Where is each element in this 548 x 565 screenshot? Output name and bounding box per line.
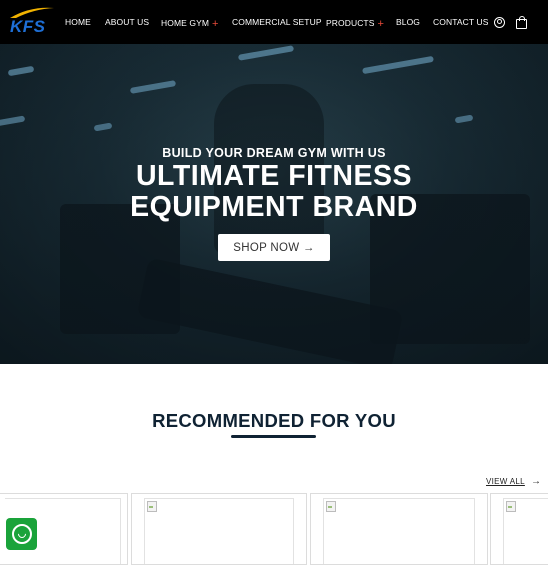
nav-products[interactable]: PRODUCTS +: [326, 17, 385, 30]
shop-now-button[interactable]: SHOP NOW →: [218, 234, 330, 261]
plus-icon: +: [377, 18, 385, 30]
title-underline: [231, 435, 316, 438]
phone-icon: [15, 528, 28, 540]
recommended-title: RECOMMENDED FOR YOU: [152, 410, 396, 431]
nav-home-gym[interactable]: HOME GYM +: [161, 17, 219, 30]
product-card[interactable]: [490, 493, 548, 565]
nav-blog[interactable]: BLOG: [396, 17, 420, 27]
nav-home[interactable]: HOME: [65, 17, 91, 27]
nav-home-gym-label: HOME GYM: [161, 18, 210, 28]
product-image-frame: [144, 498, 294, 564]
nav-about-us[interactable]: ABOUT US: [105, 17, 149, 27]
logo-text: KFS: [10, 17, 46, 36]
broken-image-icon: [506, 501, 516, 512]
product-image-frame: [503, 498, 548, 564]
product-card[interactable]: [310, 493, 488, 565]
top-navbar: KFS HOME ABOUT US HOME GYM + COMMERCIAL S…: [0, 0, 548, 44]
hero-title-line-1: ULTIMATE FITNESS: [135, 160, 413, 192]
kfs-logo[interactable]: KFS: [8, 6, 56, 38]
broken-image-icon: [326, 501, 336, 512]
nav-contact-us[interactable]: CONTACT US: [433, 17, 488, 27]
view-all-link[interactable]: VIEW ALL: [486, 477, 525, 486]
arrow-right-icon[interactable]: →: [531, 476, 541, 487]
hero-banner: BUILD YOUR DREAM GYM WITH US ULTIMATE FI…: [0, 44, 548, 364]
hero-title-line-2: EQUIPMENT BRAND: [130, 191, 418, 223]
product-image-frame: [323, 498, 475, 564]
nav-commercial-setup[interactable]: COMMERCIAL SETUP: [232, 17, 322, 27]
shopping-bag-icon[interactable]: [516, 16, 527, 29]
plus-icon: +: [212, 18, 219, 30]
whatsapp-icon: [11, 524, 32, 544]
product-card[interactable]: [131, 493, 307, 565]
broken-image-icon: [147, 501, 157, 512]
user-icon[interactable]: [494, 17, 505, 28]
whatsapp-button[interactable]: [6, 518, 37, 550]
hero-subtitle: BUILD YOUR DREAM GYM WITH US: [162, 146, 386, 160]
nav-products-label: PRODUCTS: [326, 18, 375, 28]
